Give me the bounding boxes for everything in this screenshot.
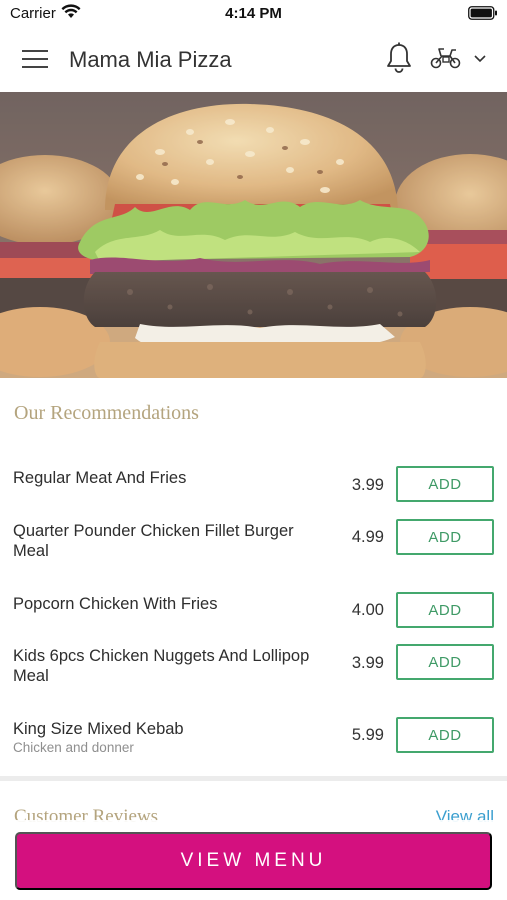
item-name: Kids 6pcs Chicken Nuggets And Lollipop M…	[13, 647, 310, 685]
add-button[interactable]: ADD	[396, 644, 494, 680]
clock: 4:14 PM	[225, 5, 282, 22]
item-price: 4.00	[351, 601, 384, 619]
add-button[interactable]: ADD	[396, 466, 494, 502]
add-button[interactable]: ADD	[396, 592, 494, 628]
app-header: Mama Mia Pizza	[0, 26, 507, 92]
item-price: 4.99	[351, 528, 384, 546]
add-button[interactable]: ADD	[396, 717, 494, 753]
chevron-down-icon[interactable]	[473, 54, 487, 64]
item-price: 5.99	[351, 726, 384, 744]
item-name: King Size Mixed Kebab	[13, 720, 184, 738]
recommendations-title: Our Recommendations	[14, 402, 199, 424]
battery-icon	[468, 6, 497, 20]
item-price: 3.99	[351, 476, 384, 494]
scooter-icon[interactable]	[430, 46, 462, 70]
hero-image	[0, 92, 507, 378]
add-button[interactable]: ADD	[396, 519, 494, 555]
restaurant-title: Mama Mia Pizza	[69, 47, 232, 72]
burger-photo	[0, 92, 507, 378]
status-bar: Carrier 4:14 PM	[0, 0, 507, 26]
item-name: Popcorn Chicken With Fries	[13, 595, 218, 613]
hamburger-icon[interactable]	[22, 50, 48, 70]
item-price: 3.99	[351, 654, 384, 672]
item-name: Quarter Pounder Chicken Fillet Burger Me…	[13, 522, 294, 560]
bell-icon[interactable]	[385, 42, 413, 74]
item-subtitle: Chicken and donner	[13, 740, 134, 755]
section-divider	[0, 776, 507, 781]
item-name: Regular Meat And Fries	[13, 469, 187, 487]
view-menu-button[interactable]: VIEW MENU	[15, 832, 492, 890]
